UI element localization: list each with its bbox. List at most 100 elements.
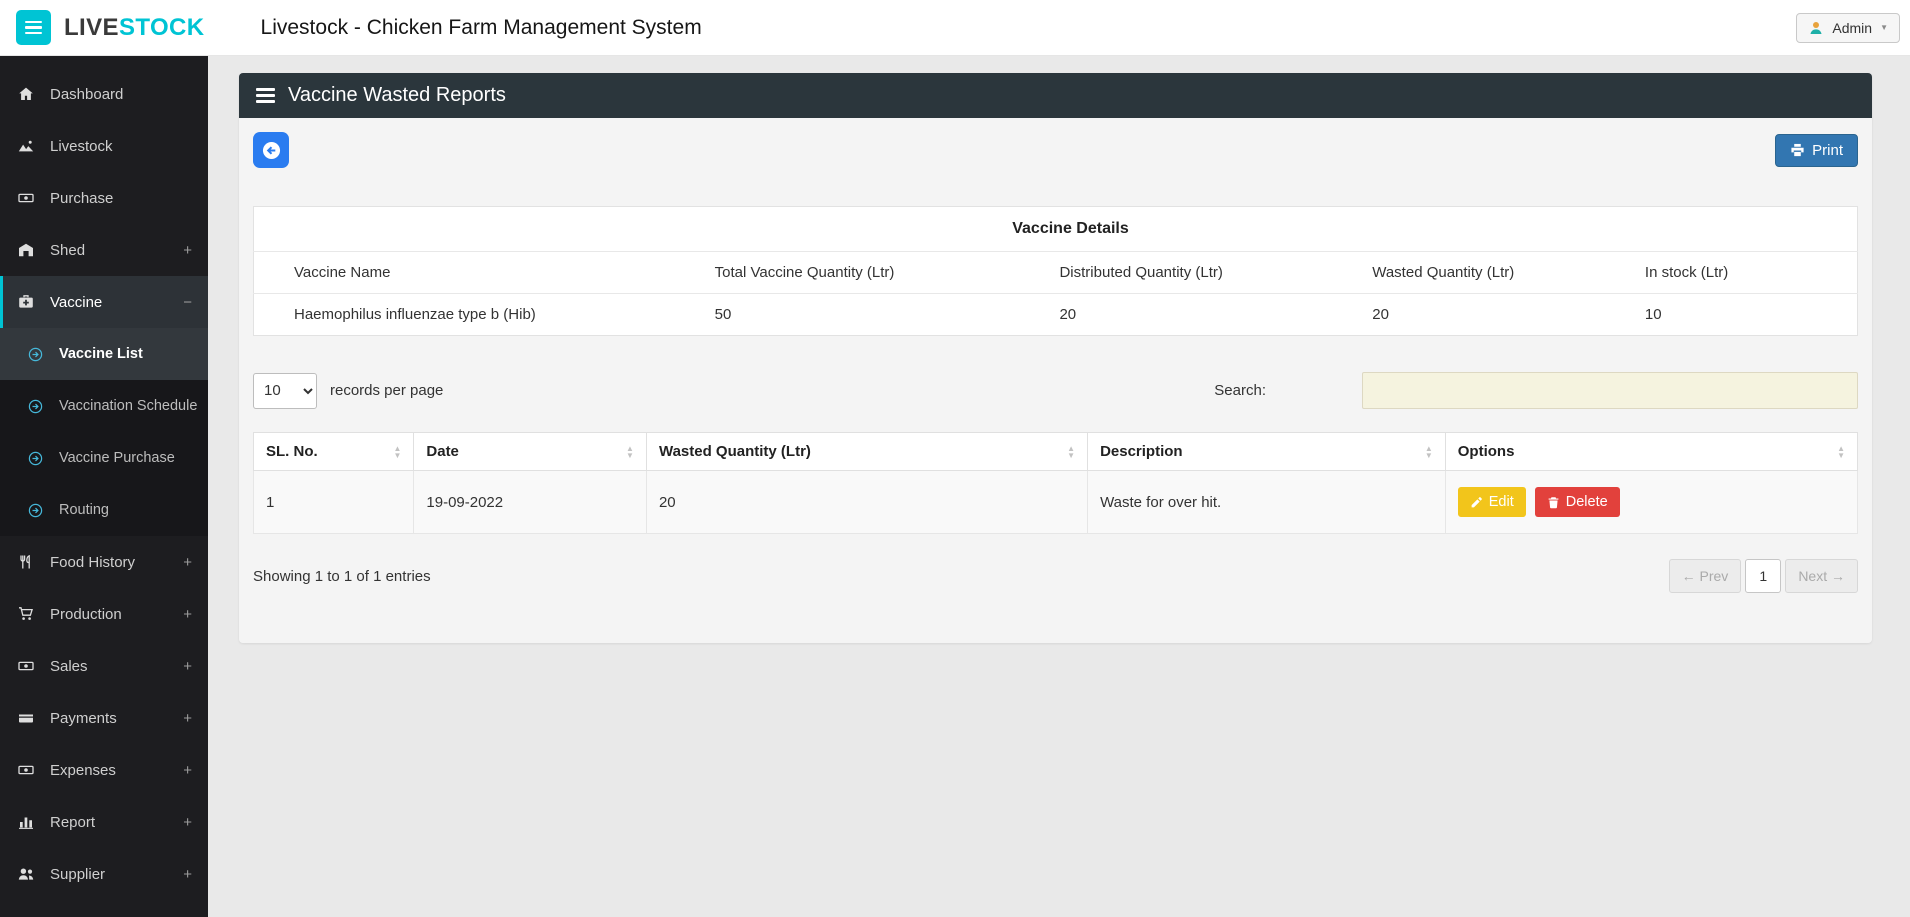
sidebar-subitem-label: Vaccination Schedule — [59, 398, 198, 414]
delete-button[interactable]: Delete — [1534, 487, 1620, 517]
cell-sl-no: 1 — [252, 470, 415, 534]
expand-indicator: + — [183, 709, 192, 727]
sidebar-subitem-vaccine-purchase[interactable]: Vaccine Purchase — [0, 432, 208, 484]
expand-indicator: + — [183, 761, 192, 779]
sidebar-item-dashboard[interactable]: Dashboard — [0, 68, 208, 120]
collapse-indicator: − — [183, 293, 192, 311]
panel-header: Vaccine Wasted Reports — [239, 73, 1872, 118]
expand-indicator: + — [183, 553, 192, 571]
sidebar-item-vaccine[interactable]: Vaccine − — [0, 276, 208, 328]
livestock-icon — [18, 138, 43, 154]
trash-icon — [1547, 496, 1560, 509]
sidebar-item-shed[interactable]: Shed + — [0, 224, 208, 276]
brand-stock-text: STOCK — [118, 13, 205, 41]
cell-wasted-quantity: 20 — [645, 470, 1089, 534]
panel-title: Vaccine Wasted Reports — [288, 84, 506, 106]
admin-label: Admin — [1832, 19, 1873, 36]
column-header-description[interactable]: Description ▲ ▼ — [1087, 432, 1446, 471]
details-cell-vaccine-name: Haemophilus influenzae type b (Hib) — [294, 306, 536, 323]
sidebar-item-label: Production — [50, 605, 122, 623]
arrow-circle-icon — [28, 399, 52, 414]
edit-label: Edit — [1488, 494, 1514, 510]
arrow-circle-icon — [28, 503, 52, 518]
top-header-bar: LIVESTOCK Livestock - Chicken Farm Manag… — [0, 0, 1910, 56]
arrow-circle-icon — [28, 347, 52, 362]
page-1-button[interactable]: 1 — [1745, 559, 1782, 593]
user-avatar-icon — [1808, 20, 1824, 36]
printer-icon — [1790, 143, 1805, 158]
users-icon — [18, 866, 43, 882]
sidebar-item-supplier[interactable]: Supplier + — [0, 848, 208, 900]
edit-button[interactable]: Edit — [1457, 487, 1526, 517]
home-icon — [18, 86, 43, 102]
menu-bars-icon — [256, 88, 275, 103]
arrow-circle-icon — [28, 451, 52, 466]
sidebar-item-label: Sales — [50, 657, 88, 675]
search-input[interactable] — [1362, 372, 1858, 409]
sidebar-item-sales[interactable]: Sales + — [0, 640, 208, 692]
sidebar-toggle-button[interactable] — [16, 10, 51, 45]
expand-indicator: + — [183, 657, 192, 675]
vaccine-details-table: Vaccine Details Vaccine Name Total Vacci… — [253, 206, 1858, 336]
banknote-icon — [18, 190, 43, 206]
sidebar-item-purchase[interactable]: Purchase — [0, 172, 208, 224]
next-page-button[interactable]: Next → — [1785, 559, 1858, 593]
panel-body: Print Vaccine Details Vaccine Name Total… — [239, 118, 1872, 643]
cell-description: Waste for over hit. — [1087, 470, 1446, 534]
table-controls: 10 records per page Search: — [253, 372, 1858, 409]
sidebar-item-label: Livestock — [50, 137, 113, 155]
medkit-icon — [18, 294, 43, 310]
sidebar-item-label: Food History — [50, 553, 136, 571]
sidebar-subitem-vaccine-list[interactable]: Vaccine List — [0, 328, 208, 380]
delete-label: Delete — [1565, 494, 1608, 510]
report-table: SL. No. ▲ ▼ Date ▲ ▼ Wasted Quantity (Ltr) ▲ ▼… — [252, 432, 1859, 534]
sidebar-item-livestock[interactable]: Livestock — [0, 120, 208, 172]
app-logo[interactable]: LIVESTOCK — [64, 14, 205, 42]
sidebar-item-production[interactable]: Production + — [0, 588, 208, 640]
details-header-cell: Total Vaccine Quantity (Ltr) — [702, 251, 1048, 294]
sidebar-nav: Dashboard Livestock Purchase Shed + Vacc… — [0, 56, 208, 917]
table-footer: Showing 1 to 1 of 1 entries ← Prev 1 Nex… — [253, 559, 1858, 593]
sidebar-item-label: Dashboard — [50, 85, 124, 103]
sidebar-item-expenses[interactable]: Expenses + — [0, 744, 208, 796]
sidebar-subitem-routing[interactable]: Routing — [0, 484, 208, 536]
search-label: Search: — [1214, 382, 1266, 399]
expand-indicator: + — [183, 241, 192, 259]
sidebar-subitem-label: Vaccine Purchase — [59, 450, 175, 466]
prev-page-button[interactable]: ← Prev — [1668, 559, 1742, 593]
details-header-cell: Distributed Quantity (Ltr) — [1047, 251, 1361, 294]
admin-dropdown[interactable]: Admin ▼ — [1796, 12, 1900, 43]
sidebar-subitem-vaccination-schedule[interactable]: Vaccination Schedule — [0, 380, 208, 432]
sort-icon[interactable]: ▲ ▼ — [1837, 445, 1845, 459]
column-header-wasted-quantity[interactable]: Wasted Quantity (Ltr) ▲ ▼ — [645, 432, 1089, 471]
sidebar-item-label: Vaccine — [50, 293, 103, 311]
table-row: 1 19-09-2022 20 Waste for over hit. Edit — [252, 470, 1859, 534]
print-button[interactable]: Print — [1775, 133, 1858, 167]
column-header-options[interactable]: Options ▲ ▼ — [1444, 432, 1859, 471]
back-button[interactable] — [253, 132, 289, 168]
details-data-row: Haemophilus influenzae type b (Hib) 50 2… — [254, 294, 1858, 336]
sidebar-item-label: Purchase — [50, 189, 114, 207]
sidebar-item-food-history[interactable]: Food History + — [0, 536, 208, 588]
column-header-sl-no[interactable]: SL. No. ▲ ▼ — [252, 432, 415, 471]
brand-live-text: LIVE — [64, 13, 119, 41]
page-title: Livestock - Chicken Farm Management Syst… — [260, 15, 702, 39]
cart-icon — [18, 606, 43, 622]
sort-icon[interactable]: ▲ ▼ — [626, 445, 634, 459]
column-header-date[interactable]: Date ▲ ▼ — [413, 432, 647, 471]
sidebar-item-report[interactable]: Report + — [0, 796, 208, 848]
records-per-page-label: records per page — [330, 382, 444, 399]
showing-entries-text: Showing 1 to 1 of 1 entries — [253, 567, 431, 585]
details-header-row: Vaccine Name Total Vaccine Quantity (Ltr… — [253, 251, 1858, 294]
sort-icon[interactable]: ▲ ▼ — [1067, 445, 1075, 459]
vaccine-wasted-reports-panel: Vaccine Wasted Reports Print Vaccine Det… — [239, 73, 1872, 643]
sidebar-item-payments[interactable]: Payments + — [0, 692, 208, 744]
sidebar-item-label: Report — [50, 813, 96, 831]
page-size-select[interactable]: 10 — [253, 372, 317, 409]
sort-icon[interactable]: ▲ ▼ — [1425, 445, 1433, 459]
sort-icon[interactable]: ▲ ▼ — [393, 445, 401, 459]
hamburger-icon — [25, 20, 42, 35]
caret-down-icon: ▼ — [1880, 23, 1888, 32]
sidebar-subitem-label: Vaccine List — [59, 346, 143, 362]
pagination: ← Prev 1 Next → — [1668, 559, 1858, 593]
